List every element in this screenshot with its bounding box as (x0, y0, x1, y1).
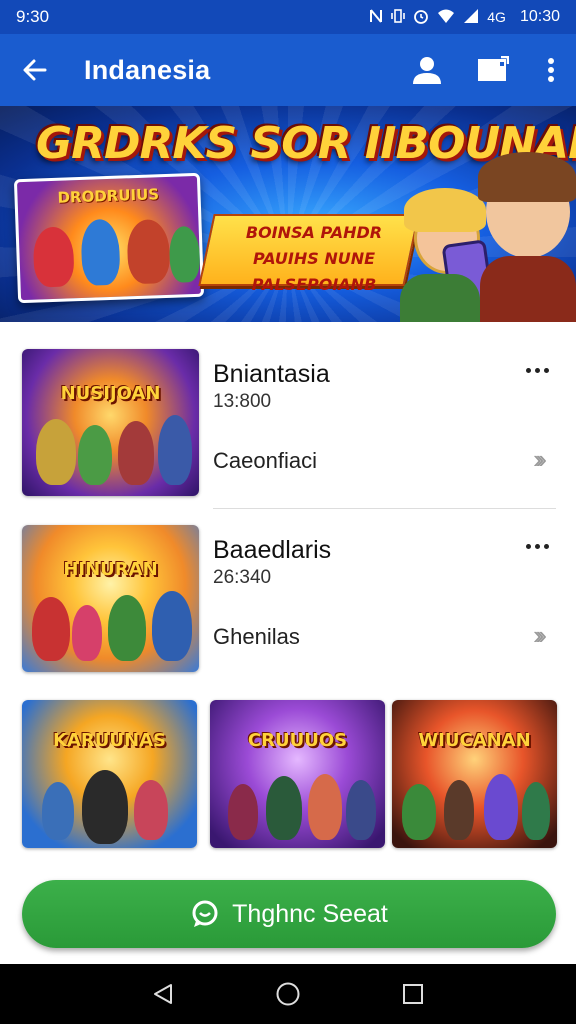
hero-figure (82, 770, 128, 844)
hero-figure (308, 774, 342, 840)
hero-figure (108, 595, 146, 661)
list-item-subtitle: 26:340 (213, 567, 272, 588)
network-label: 4G (487, 9, 506, 25)
list-item[interactable]: HINURAN Baaedlaris 26:340 Ghenilas ››› (0, 516, 576, 686)
status-bar: 9:30 4G 10:30 (0, 0, 576, 34)
cta-label: Thghnc Seeat (232, 899, 388, 928)
thumbnail-title: NUSIJOAN (60, 383, 161, 404)
hero-figure (42, 782, 74, 840)
hero-figure (118, 421, 154, 485)
status-time-right: 10:30 (519, 8, 560, 25)
list-item[interactable]: NUSIJOAN Bniantasia 13:800 Caeonfiaci ››… (0, 340, 576, 510)
list-item-meta: Ghenilas (213, 624, 300, 649)
system-nav-bar (0, 964, 576, 1024)
hero-figure (266, 776, 302, 840)
more-horiz-icon[interactable] (520, 535, 554, 557)
app-bar: Indanesia (0, 34, 576, 106)
banner-card-title: DRODRUIUS (57, 185, 160, 207)
tile-title: WIUCANAN (418, 730, 531, 751)
thumbnail-title: HINURAN (63, 559, 158, 580)
list-item-title: Baaedlaris (213, 536, 332, 564)
tile-title: CRUUUOS (247, 730, 348, 751)
start-chat-button[interactable]: Thghnc Seeat (22, 880, 556, 948)
signal-icon (463, 8, 479, 27)
nfc-icon (369, 8, 383, 27)
tile-title: KARUUNAS (53, 730, 166, 751)
double-chevron-right-icon[interactable]: ››› (520, 446, 554, 472)
list-item-thumbnail: HINURAN (22, 525, 199, 672)
back-arrow-icon (23, 59, 47, 81)
nav-recents-button[interactable] (393, 974, 433, 1014)
window-icon (478, 56, 509, 81)
list-item-title: Bniantasia (213, 360, 330, 388)
hero-figure (444, 780, 474, 840)
hero-body (480, 256, 576, 322)
profile-icon (413, 57, 441, 84)
nav-home-button[interactable] (268, 974, 308, 1014)
recents-square-icon (403, 984, 424, 1004)
game-tile[interactable]: KARUUNAS (22, 700, 197, 848)
hero-hair (404, 188, 486, 232)
hero-figure (158, 415, 192, 485)
more-options-button[interactable] (526, 34, 576, 106)
banner-game-card: DRODRUIUS (13, 172, 205, 304)
status-icons: 4G 10:30 (369, 8, 560, 27)
hero-figure (484, 774, 518, 840)
hero-figure (168, 225, 201, 283)
list-item-thumbnail: NUSIJOAN (22, 349, 199, 496)
double-chevron-right-icon[interactable]: ››› (520, 622, 554, 648)
nav-back-button[interactable] (143, 974, 183, 1014)
promo-banner[interactable]: GRDRKS SOR IIBOUNAN DRODRUIUS BOINSA PAH… (0, 106, 576, 322)
hero-figure (228, 784, 258, 840)
game-tile[interactable]: WIUCANAN (392, 700, 557, 848)
hero-hair (478, 152, 576, 202)
list-item-meta: Caeonfiaci (213, 448, 317, 473)
game-tile[interactable]: CRUUUOS (210, 700, 385, 848)
hero-figure (126, 218, 171, 285)
list-item-subtitle: 13:800 (213, 391, 272, 412)
more-vert-icon (548, 58, 554, 82)
page-title: Indanesia (84, 54, 211, 85)
profile-button[interactable] (394, 34, 460, 106)
hero-figure (522, 782, 550, 840)
hero-figure (32, 597, 70, 661)
list-divider (213, 508, 556, 509)
hero-body (400, 274, 480, 322)
home-circle-icon (276, 982, 300, 1006)
wifi-icon (437, 8, 455, 27)
back-triangle-icon (153, 984, 172, 1004)
hero-figure (32, 226, 75, 288)
hero-figure (134, 780, 168, 840)
chat-bubble-icon (192, 900, 218, 927)
vibrate-icon (391, 8, 406, 27)
hero-figure (78, 425, 112, 485)
window-button[interactable] (460, 34, 526, 106)
status-time-left: 9:30 (16, 7, 50, 26)
hero-figure (152, 591, 192, 661)
more-horiz-icon[interactable] (520, 359, 554, 381)
banner-headline: GRDRKS SOR IIBOUNAN (36, 118, 576, 169)
banner-tagline: BOINSA PAHDR PAUIHS NUNE PALSEPOIANB (245, 223, 383, 294)
back-button[interactable] (0, 34, 70, 106)
hero-figure (346, 780, 376, 840)
hero-figure (72, 605, 102, 661)
alarm-icon (413, 8, 429, 27)
hero-figure (80, 218, 121, 286)
hero-figure (36, 419, 76, 485)
hero-figure (402, 784, 436, 840)
